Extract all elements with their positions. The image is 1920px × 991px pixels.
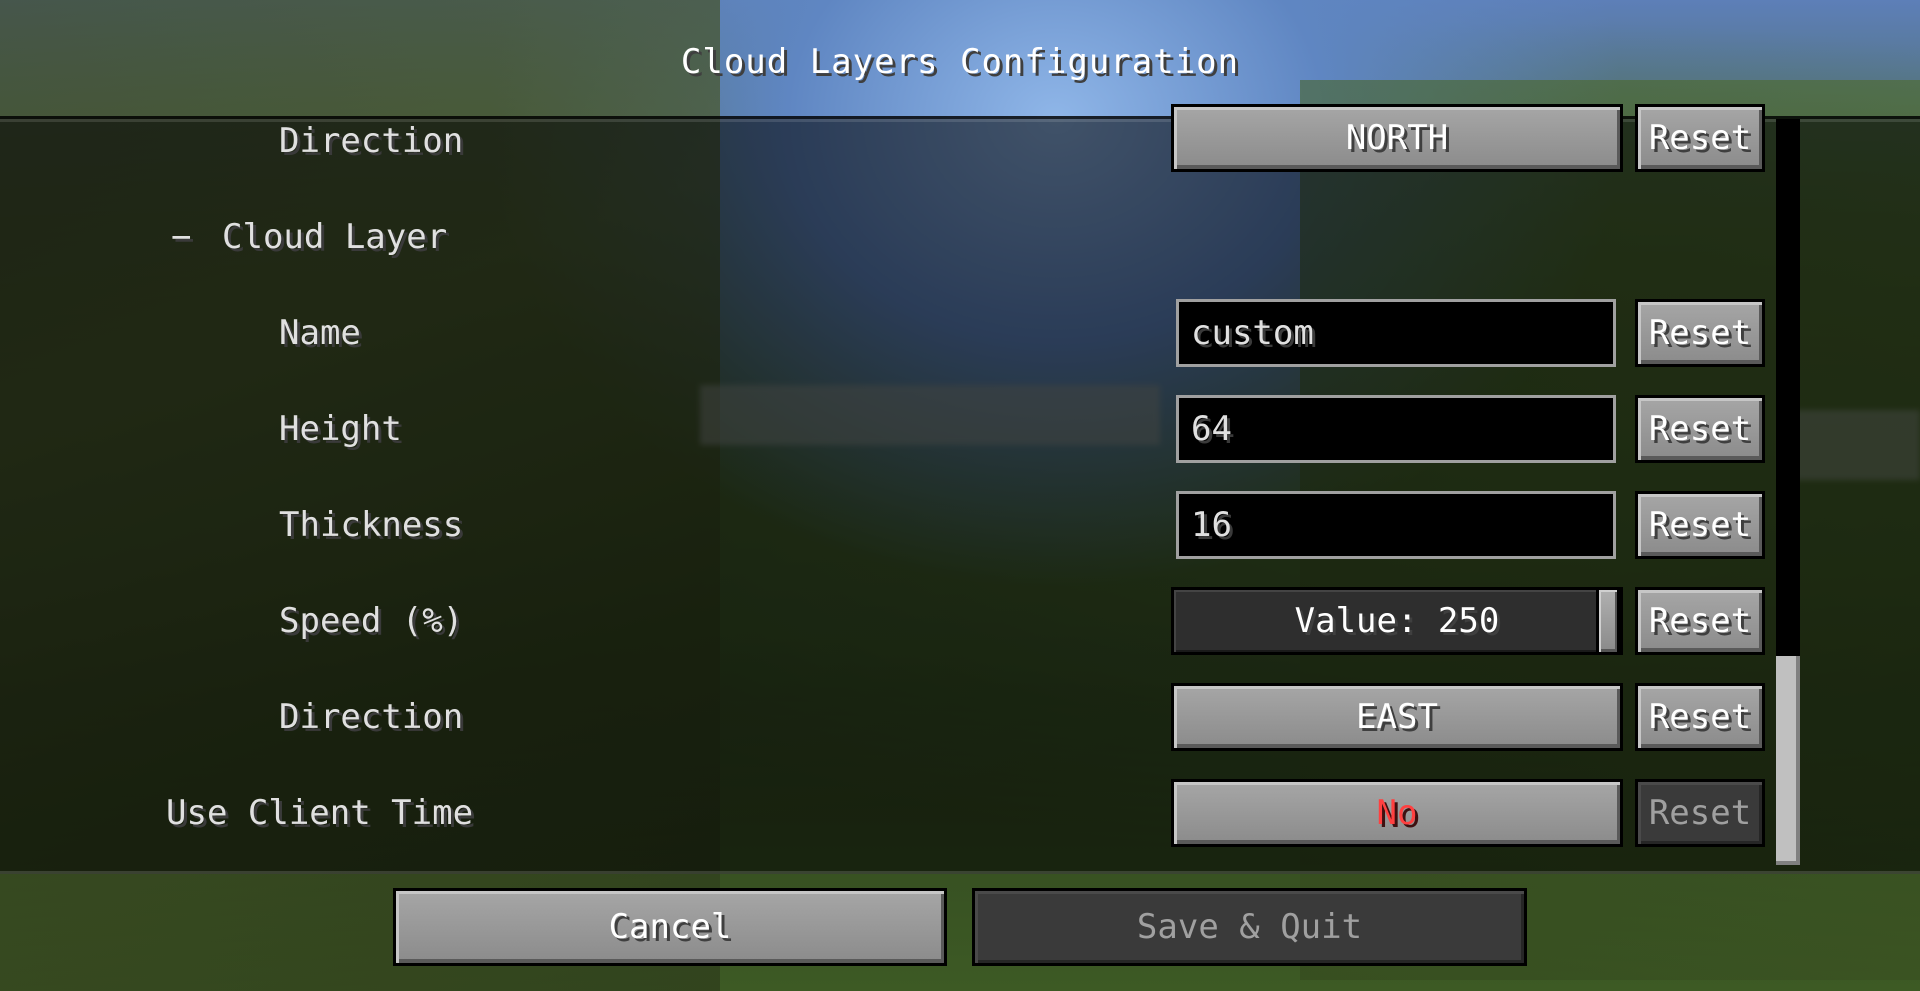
use-client-time-toggle-button[interactable]: No (1171, 779, 1623, 847)
use-client-time-reset-button[interactable]: Reset (1635, 779, 1765, 847)
config-row-height: Height 64 Reset (0, 393, 1920, 465)
category-label: Cloud Layer (222, 217, 448, 257)
config-row-use-client-time: Use Client Time No Reset (0, 777, 1920, 849)
config-row-name: Name custom Reset (0, 297, 1920, 369)
config-row-speed: Speed (%) Value: 250 Reset (0, 585, 1920, 657)
name-input[interactable]: custom (1176, 299, 1616, 367)
direction-2-button[interactable]: EAST (1171, 683, 1623, 751)
row-label: Direction (279, 697, 464, 737)
name-reset-button[interactable]: Reset (1635, 299, 1765, 367)
thickness-input[interactable]: 16 (1176, 491, 1616, 559)
scrollbar[interactable] (1776, 119, 1800, 865)
scrollbar-thumb[interactable] (1776, 656, 1800, 865)
row-label: Height (279, 409, 402, 449)
config-row-thickness: Thickness 16 Reset (0, 489, 1920, 561)
height-input[interactable]: 64 (1176, 395, 1616, 463)
speed-reset-button[interactable]: Reset (1635, 587, 1765, 655)
row-label: Thickness (279, 505, 464, 545)
thickness-reset-button[interactable]: Reset (1635, 491, 1765, 559)
save-and-quit-button[interactable]: Save & Quit (972, 888, 1527, 966)
slider-value-text: Value: 250 (1294, 601, 1500, 641)
config-row-direction-2: Direction EAST Reset (0, 681, 1920, 753)
direction-1-reset-button[interactable]: Reset (1635, 104, 1765, 172)
row-label: Speed (%) (279, 601, 464, 641)
cancel-button[interactable]: Cancel (393, 888, 947, 966)
slider-handle[interactable] (1596, 587, 1620, 655)
screen-title: Cloud Layers Configuration (680, 42, 1240, 82)
category-row-cloud-layer[interactable]: − Cloud Layer (0, 201, 1920, 273)
config-list[interactable]: Direction NORTH Reset − Cloud Layer Name… (0, 104, 1920, 874)
height-reset-button[interactable]: Reset (1635, 395, 1765, 463)
collapse-toggle[interactable]: − (171, 217, 191, 257)
row-label: Name (279, 313, 361, 353)
speed-slider[interactable]: Value: 250 (1171, 587, 1623, 655)
config-row-direction-1: Direction NORTH Reset (0, 104, 1920, 177)
direction-1-button[interactable]: NORTH (1171, 104, 1623, 172)
toggle-value-text: No (1376, 793, 1418, 833)
row-label: Direction (279, 121, 464, 161)
direction-2-reset-button[interactable]: Reset (1635, 683, 1765, 751)
row-label: Use Client Time (166, 793, 474, 833)
